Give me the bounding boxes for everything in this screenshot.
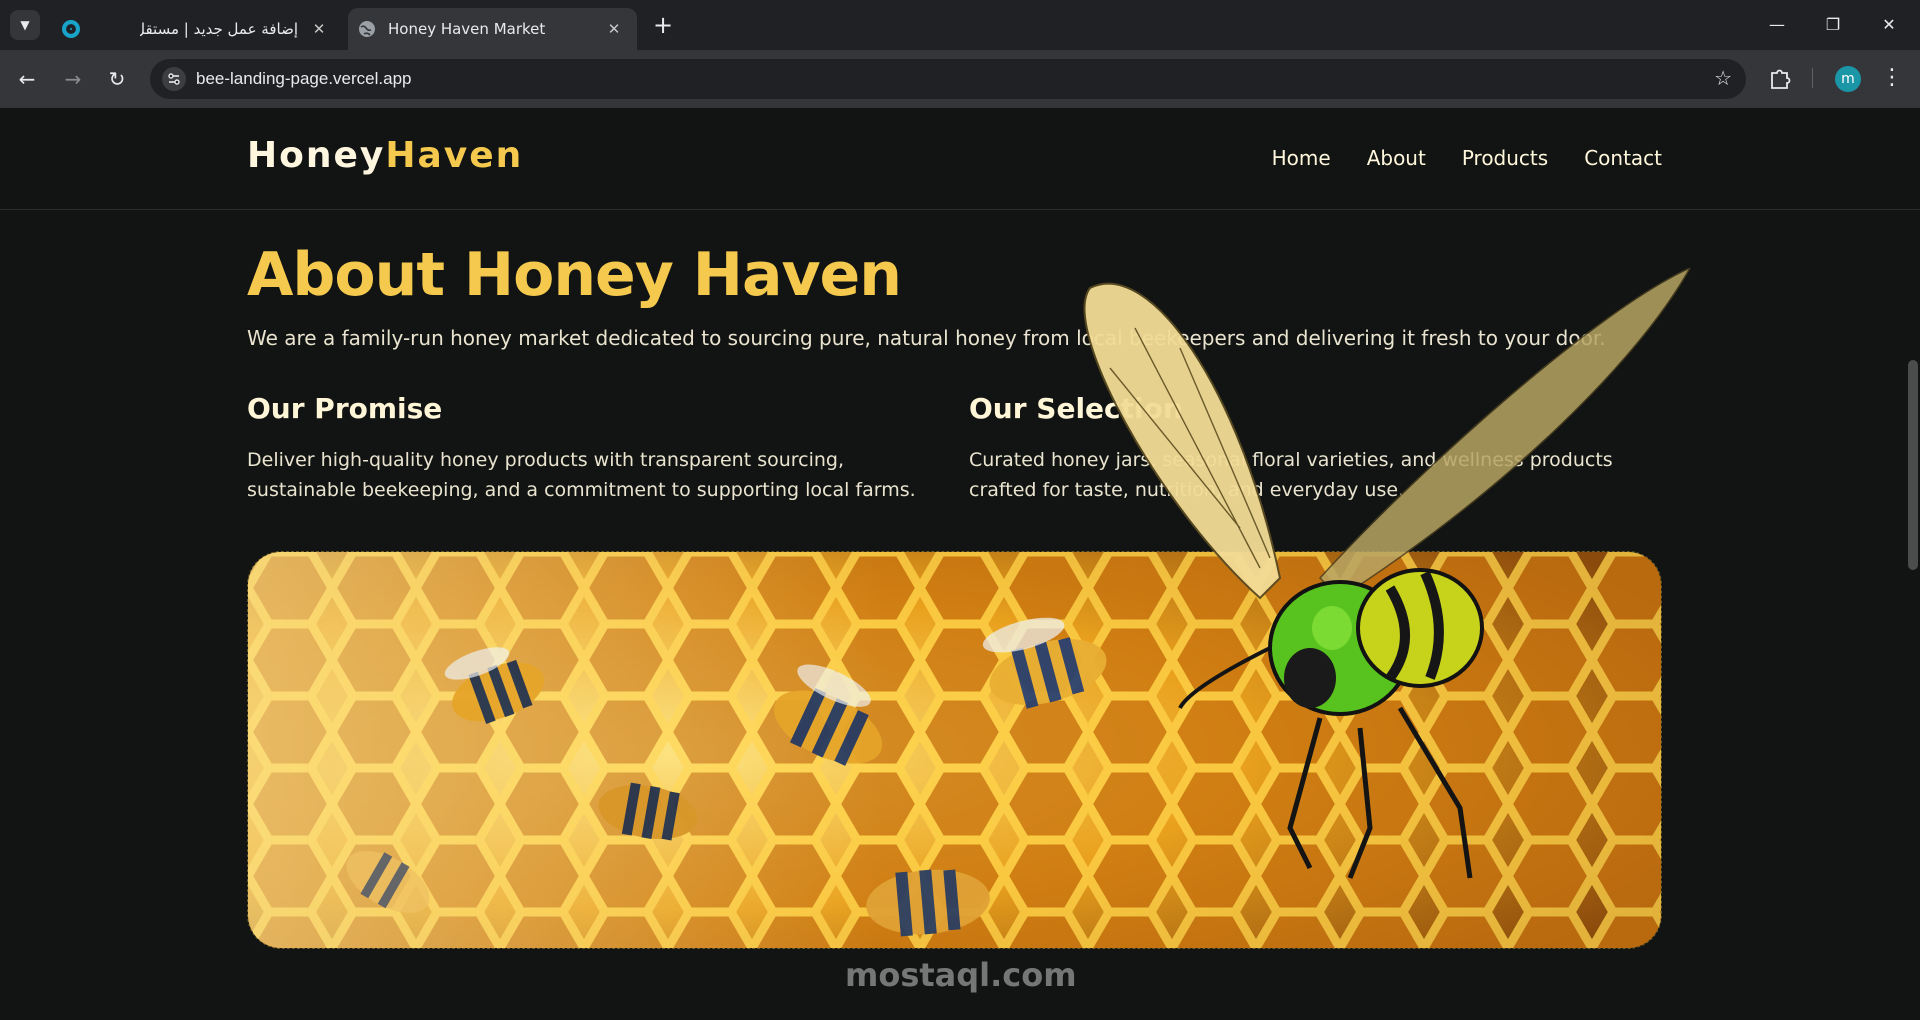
tab-list-button[interactable]: ▼ [10, 10, 40, 40]
arrow-left-icon: ← [18, 67, 36, 91]
site-header: HoneyHaven Home About Products Contact [0, 108, 1920, 210]
mostaql-favicon-icon [62, 20, 80, 38]
nav-link-home[interactable]: Home [1272, 146, 1331, 170]
close-window-button[interactable]: ✕ [1872, 10, 1906, 38]
puzzle-icon [1771, 69, 1791, 89]
nav-link-contact[interactable]: Contact [1584, 146, 1662, 170]
watermark-text: mostaql.com [845, 956, 1077, 994]
back-button[interactable]: ← [12, 64, 42, 94]
nav-link-about[interactable]: About [1367, 146, 1426, 170]
tab-title: إضافة عمل جديد | مستقل [140, 20, 298, 38]
promise-column: Our Promise Deliver high-quality honey p… [247, 392, 937, 505]
main-nav: Home About Products Contact [1272, 146, 1662, 170]
restore-icon: ❐ [1825, 14, 1841, 34]
address-bar[interactable]: bee-landing-page.vercel.app ☆ [150, 59, 1746, 99]
selection-column: Our Selection Curated honey jars, season… [969, 392, 1659, 505]
reload-icon: ↻ [108, 67, 126, 91]
reload-button[interactable]: ↻ [102, 64, 132, 94]
profile-avatar[interactable]: m [1835, 66, 1861, 92]
close-icon[interactable]: ✕ [603, 18, 625, 40]
chevron-down-icon: ▼ [20, 18, 30, 32]
plus-icon: + [652, 11, 674, 39]
selection-heading: Our Selection [969, 392, 1183, 425]
bookmark-star-icon[interactable]: ☆ [1714, 66, 1732, 90]
browser-toolbar: ← → ↻ bee-landing-page.vercel.app ☆ [0, 50, 1920, 108]
close-icon[interactable]: ✕ [308, 18, 330, 40]
restore-button[interactable]: ❐ [1816, 10, 1850, 38]
globe-icon [358, 20, 376, 38]
selection-text: Curated honey jars, seasonal floral vari… [969, 449, 1613, 501]
page-scrollbar[interactable] [1908, 360, 1918, 570]
about-heading: About Honey Haven [247, 240, 902, 310]
tune-icon [168, 73, 180, 85]
forward-button[interactable]: → [58, 64, 88, 94]
about-description: We are a family-run honey market dedicat… [247, 326, 1606, 350]
minimize-icon: — [1769, 14, 1785, 34]
extensions-button[interactable] [1766, 64, 1794, 92]
tab-honey-haven[interactable]: Honey Haven Market ✕ [348, 8, 637, 50]
tab-mostaql[interactable]: إضافة عمل جديد | مستقل ✕ [52, 8, 342, 50]
new-tab-button[interactable]: + [650, 12, 676, 38]
logo-part-1: Honey [247, 135, 386, 176]
minimize-button[interactable]: — [1760, 10, 1794, 38]
browser-menu-button[interactable]: ⋮ [1878, 62, 1906, 94]
web-page: HoneyHaven Home About Products Contact A… [0, 108, 1920, 1020]
toolbar-divider [1812, 68, 1813, 88]
url-text: bee-landing-page.vercel.app [196, 69, 412, 88]
tab-title: Honey Haven Market [388, 20, 546, 38]
browser-tab-bar: ▼ إضافة عمل جديد | مستقل ✕ Honey Haven M… [0, 0, 1920, 50]
nav-link-products[interactable]: Products [1462, 146, 1548, 170]
site-info-button[interactable] [162, 67, 186, 91]
arrow-right-icon: → [64, 67, 82, 91]
close-icon: ✕ [1882, 14, 1896, 34]
kebab-icon: ⋮ [1881, 65, 1903, 90]
promise-heading: Our Promise [247, 392, 443, 425]
honeycomb-bees-image [247, 551, 1662, 949]
site-logo[interactable]: HoneyHaven [247, 135, 523, 176]
promise-text: Deliver high-quality honey products with… [247, 449, 916, 501]
logo-part-2: Haven [385, 135, 524, 176]
